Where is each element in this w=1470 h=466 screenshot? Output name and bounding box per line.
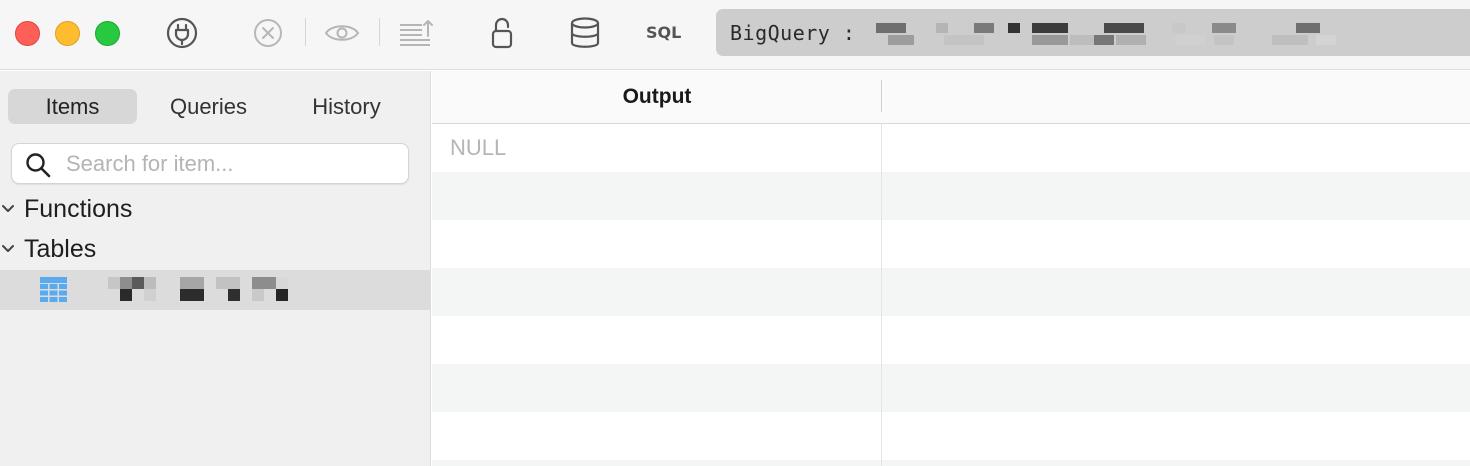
unlock-icon[interactable] [483,14,521,52]
database-icon[interactable] [566,14,604,52]
tree-item-tables[interactable]: Tables [0,231,431,267]
table-icon [40,277,67,302]
tab-queries[interactable]: Queries [140,89,277,124]
empty-row [432,268,1470,316]
table-row[interactable]: NULL [432,124,1470,172]
window-zoom-button[interactable] [95,21,120,46]
table-list-item[interactable] [0,270,431,310]
chevron-down-icon[interactable] [1,244,15,254]
toolbar-separator [379,18,380,46]
align-icon[interactable] [397,14,435,52]
window-minimize-button[interactable] [55,21,80,46]
empty-row [432,220,1470,268]
tab-history[interactable]: History [280,89,413,124]
search-input[interactable] [66,149,396,179]
sidebar: Items Queries History Functions Tables [0,71,431,466]
toolbar: SQL BigQuery : [0,0,1470,70]
tree-label-functions: Functions [24,195,133,223]
sql-button[interactable]: SQL [646,23,681,42]
tree-label-tables: Tables [24,235,97,263]
results-grid: Output NULL [432,71,1470,466]
eye-icon[interactable] [323,14,361,52]
empty-row [432,172,1470,220]
column-header-output[interactable]: Output [432,85,882,109]
search-icon [26,153,51,178]
cell-value[interactable]: NULL [450,135,506,161]
column-gridline [881,124,882,466]
redacted-connection-name [876,23,1396,49]
stop-icon[interactable] [249,14,287,52]
empty-row [432,460,1470,466]
chevron-down-icon[interactable] [1,204,15,214]
toolbar-separator [305,18,306,46]
plug-icon[interactable] [163,14,201,52]
window-close-button[interactable] [15,21,40,46]
empty-row [432,412,1470,460]
empty-row [432,364,1470,412]
column-divider[interactable] [881,80,882,112]
tab-items[interactable]: Items [8,89,137,124]
sidebar-tabs: Items Queries History [8,89,418,124]
empty-row [432,316,1470,364]
search-field[interactable] [11,143,409,184]
tree-item-functions[interactable]: Functions [0,191,431,227]
results-header: Output [432,71,1470,124]
connection-prefix: BigQuery : [730,21,856,45]
connection-info-bar: BigQuery : [716,9,1470,56]
redacted-table-name [108,277,328,303]
